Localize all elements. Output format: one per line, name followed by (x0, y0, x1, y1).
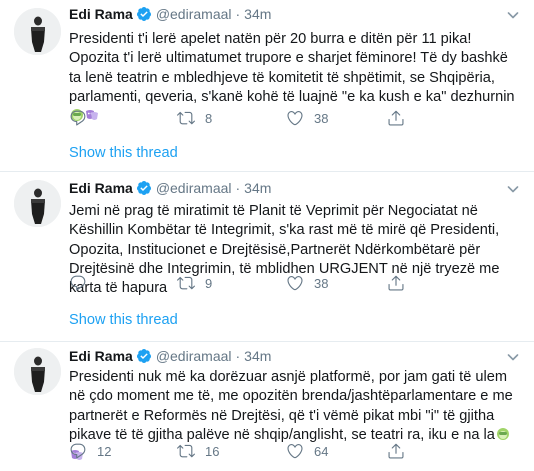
retweet-icon (177, 444, 195, 458)
author-name[interactable]: Edi Rama (69, 348, 133, 364)
separator-dot: · (235, 180, 241, 196)
like-icon (287, 111, 303, 126)
like-button[interactable]: 64 (286, 442, 328, 460)
like-count: 38 (314, 275, 329, 291)
chevron-down-icon[interactable] (506, 8, 520, 27)
retweet-button[interactable]: 16 (177, 442, 219, 460)
like-icon (287, 276, 303, 291)
retweet-button[interactable]: 9 (177, 274, 212, 292)
tweet-header: Edi Rama @ediramaal · 34m (69, 346, 271, 366)
author-handle[interactable]: @ediramaal (156, 6, 232, 22)
reply-icon (70, 443, 86, 459)
share-button[interactable] (387, 274, 405, 292)
tweet-actions: 12 16 64 (69, 442, 404, 462)
verified-badge-icon (136, 180, 152, 196)
retweet-icon (177, 276, 195, 290)
tweet-1[interactable]: Edi Rama @ediramaal · 34m Presidenti t'i… (0, 0, 534, 170)
tweet-3[interactable]: Edi Rama @ediramaal · 34m Presidenti nuk… (0, 342, 534, 471)
reply-button[interactable] (69, 274, 97, 292)
avatar[interactable] (14, 8, 61, 55)
reply-count: 12 (97, 443, 112, 459)
verified-badge-icon (136, 348, 152, 364)
like-icon (287, 444, 303, 459)
share-icon (388, 443, 404, 459)
avatar[interactable] (14, 348, 61, 395)
tweet-2[interactable]: Edi Rama @ediramaal · 34m Jemi në prag t… (0, 172, 534, 340)
show-this-thread-link[interactable]: Show this thread (69, 145, 178, 161)
chevron-down-icon[interactable] (506, 182, 520, 201)
share-icon (388, 275, 404, 291)
author-handle[interactable]: @ediramaal (156, 180, 232, 196)
tweet-text-content: Presidenti nuk më ka dorëzuar asnjë plat… (69, 369, 513, 443)
separator-dot: · (235, 348, 241, 364)
share-button[interactable] (387, 442, 405, 460)
retweet-count: 8 (205, 110, 213, 126)
retweet-count: 16 (205, 443, 220, 459)
avatar[interactable] (14, 180, 61, 227)
like-count: 38 (314, 110, 329, 126)
author-handle[interactable]: @ediramaal (156, 348, 232, 364)
like-button[interactable]: 38 (286, 109, 328, 127)
retweet-icon (177, 111, 195, 125)
verified-badge-icon (136, 6, 152, 22)
share-button[interactable] (387, 109, 405, 127)
tweet-header: Edi Rama @ediramaal · 34m (69, 178, 271, 198)
show-this-thread-link[interactable]: Show this thread (69, 312, 178, 328)
tweet-actions: 8 38 (69, 109, 404, 129)
timestamp[interactable]: 34m (244, 6, 271, 22)
see-no-evil-monkey-icon (496, 427, 510, 447)
separator-dot: · (235, 6, 241, 22)
retweet-count: 9 (205, 275, 213, 291)
retweet-button[interactable]: 8 (177, 109, 212, 127)
chevron-down-icon[interactable] (506, 350, 520, 369)
like-button[interactable]: 38 (286, 274, 328, 292)
share-icon (388, 110, 404, 126)
like-count: 64 (314, 443, 329, 459)
tweet-header: Edi Rama @ediramaal · 34m (69, 4, 271, 24)
reply-icon (70, 110, 86, 126)
reply-button[interactable]: 12 (69, 442, 111, 460)
tweet-actions: 9 38 (69, 274, 404, 294)
reply-icon (70, 275, 86, 291)
author-name[interactable]: Edi Rama (69, 180, 133, 196)
timestamp[interactable]: 34m (244, 348, 271, 364)
reply-button[interactable] (69, 109, 97, 127)
tweet-text-content: Presidenti t'i lerë apelet natën për 20 … (69, 31, 515, 105)
author-name[interactable]: Edi Rama (69, 6, 133, 22)
timestamp[interactable]: 34m (244, 180, 271, 196)
